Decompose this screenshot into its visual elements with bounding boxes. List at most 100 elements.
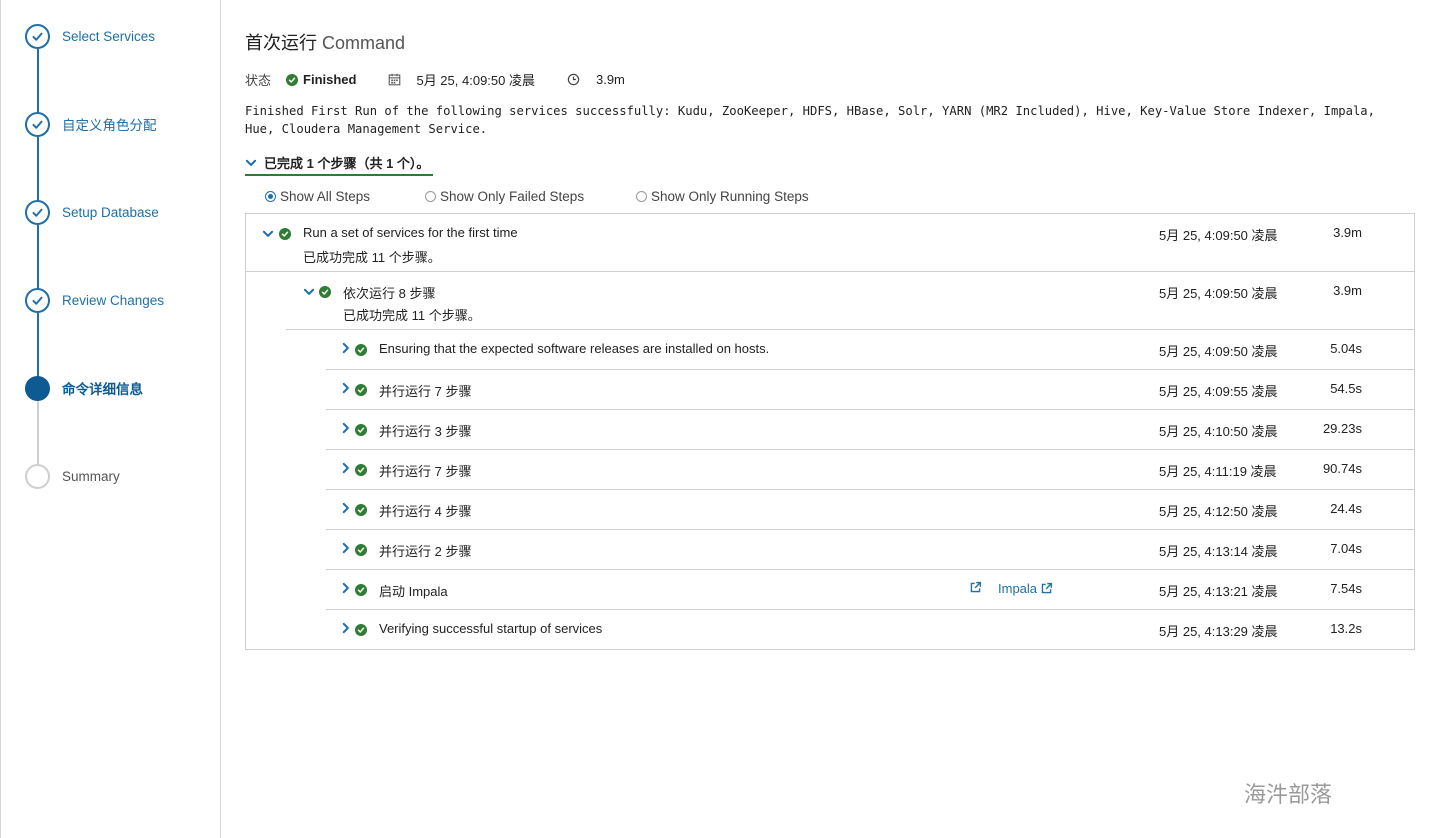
step-duration: 29.23s: [1322, 421, 1362, 436]
step-row-child[interactable]: 并行运行 2 步骤 5月 25, 4:13:14 凌晨 7.04s: [246, 530, 1414, 570]
step-row-group[interactable]: 依次运行 8 步骤 已成功完成 11 个步骤。 5月 25, 4:09:50 凌…: [246, 272, 1414, 330]
filter-all-steps[interactable]: Show All Steps: [265, 189, 425, 204]
external-link-icon[interactable]: [969, 581, 982, 594]
success-icon: [355, 384, 367, 396]
wizard-step-setup-database[interactable]: Setup Database: [25, 199, 159, 225]
chevron-right-icon[interactable]: [340, 422, 352, 434]
wizard-connector: [37, 400, 39, 466]
radio-checked-icon: [265, 191, 276, 202]
step-title: 并行运行 7 步骤: [379, 384, 472, 399]
chevron-down-icon[interactable]: [262, 228, 274, 240]
step-title: Verifying successful startup of services: [379, 621, 603, 636]
step-duration: 3.9m: [1333, 225, 1362, 240]
step-duration: 7.54s: [1330, 581, 1362, 596]
wizard-step-summary[interactable]: Summary: [25, 463, 120, 489]
step-row-child[interactable]: Ensuring that the expected software rele…: [246, 330, 1414, 370]
chevron-down-icon: [245, 159, 257, 166]
step-duration: 13.2s: [1330, 621, 1362, 636]
step-duration: 24.4s: [1330, 501, 1362, 516]
status-value: Finished: [303, 72, 357, 87]
wizard-step-label: 自定义角色分配: [62, 118, 157, 133]
impala-role-link[interactable]: Impala: [998, 581, 1053, 596]
step-row-child[interactable]: Verifying successful startup of services…: [246, 610, 1414, 650]
status-row: 状态 Finished 5月 25, 4:09:50 凌晨 3.9m: [245, 70, 625, 89]
wizard-connector: [37, 137, 39, 203]
wizard-step-role-assignment[interactable]: 自定义角色分配: [25, 111, 157, 137]
clock-icon: [567, 73, 580, 86]
step-time: 5月 25, 4:13:29 凌晨: [1159, 624, 1278, 639]
wizard-step-select-services[interactable]: Select Services: [25, 23, 155, 49]
chevron-right-icon[interactable]: [340, 382, 352, 394]
status-duration: 3.9m: [595, 72, 625, 87]
step-row-child[interactable]: 并行运行 4 步骤 5月 25, 4:12:50 凌晨 24.4s: [246, 490, 1414, 530]
wizard-step-label: 命令详细信息: [62, 382, 143, 397]
wizard-connector: [37, 313, 39, 379]
step-duration: 7.04s: [1330, 541, 1362, 556]
success-icon: [355, 344, 367, 356]
wizard-connector: [37, 49, 39, 115]
step-title: 并行运行 3 步骤: [379, 424, 472, 439]
wizard-step-label: Review Changes: [62, 292, 165, 308]
success-icon: [355, 424, 367, 436]
wizard-step-command-details[interactable]: 命令详细信息: [25, 375, 143, 401]
check-icon: [25, 199, 50, 225]
chevron-right-icon[interactable]: [340, 582, 352, 594]
chevron-right-icon[interactable]: [340, 342, 352, 354]
success-icon: [355, 544, 367, 556]
chevron-down-icon[interactable]: [303, 286, 315, 298]
step-title: 并行运行 7 步骤: [379, 464, 472, 479]
filter-label: Show Only Running Steps: [651, 189, 809, 204]
role-link-label: Impala: [998, 581, 1038, 596]
wizard-step-review-changes[interactable]: Review Changes: [25, 287, 164, 313]
step-time: 5月 25, 4:09:55 凌晨: [1159, 384, 1278, 399]
wizard-step-label: Select Services: [62, 28, 156, 44]
page-title-cn: 首次运行: [245, 33, 317, 53]
wizard-step-label: Summary: [62, 468, 120, 484]
steps-progress-label: 已完成 1 个步骤（共 1 个）。: [264, 156, 430, 171]
step-row-child[interactable]: 并行运行 7 步骤 5月 25, 4:11:19 凌晨 90.74s: [246, 450, 1414, 490]
status-time: 5月 25, 4:09:50 凌晨: [416, 73, 535, 88]
step-time: 5月 25, 4:13:21 凌晨: [1159, 584, 1278, 599]
check-icon: [25, 111, 50, 137]
radio-unchecked-icon: [425, 191, 436, 202]
success-icon: [355, 504, 367, 516]
external-link-icon: [1041, 582, 1053, 594]
step-title: Ensuring that the expected software rele…: [379, 341, 770, 356]
wizard-connector: [37, 225, 39, 291]
success-icon: [279, 228, 291, 240]
step-title: 启动 Impala: [379, 584, 448, 599]
step-time: 5月 25, 4:09:50 凌晨: [1159, 344, 1278, 359]
filter-label: Show Only Failed Steps: [440, 189, 585, 204]
step-duration: 54.5s: [1330, 381, 1362, 396]
wizard-sidebar: Select Services 自定义角色分配 Setup Database R…: [0, 0, 221, 838]
success-icon: [355, 624, 367, 636]
step-time: 5月 25, 4:11:19 凌晨: [1159, 464, 1277, 479]
step-subtitle: 已成功完成 11 个步骤。: [343, 308, 481, 323]
current-step-dot-icon: [25, 375, 50, 401]
success-icon: [286, 73, 299, 86]
filter-running-steps[interactable]: Show Only Running Steps: [636, 189, 809, 204]
chevron-right-icon[interactable]: [340, 502, 352, 514]
step-row-child[interactable]: 并行运行 3 步骤 5月 25, 4:10:50 凌晨 29.23s: [246, 410, 1414, 450]
chevron-right-icon[interactable]: [340, 542, 352, 554]
chevron-right-icon[interactable]: [340, 622, 352, 634]
step-duration: 5.04s: [1330, 341, 1362, 356]
filter-failed-steps[interactable]: Show Only Failed Steps: [425, 189, 636, 204]
step-title: Run a set of services for the first time: [303, 225, 518, 240]
success-icon: [355, 584, 367, 596]
calendar-icon: [389, 73, 401, 86]
step-duration: 3.9m: [1333, 283, 1362, 298]
step-time: 5月 25, 4:13:14 凌晨: [1159, 544, 1278, 559]
steps-toggle[interactable]: 已完成 1 个步骤（共 1 个）。: [245, 153, 434, 176]
radio-unchecked-icon: [636, 191, 647, 202]
check-icon: [25, 23, 50, 49]
pending-step-circle-icon: [25, 463, 50, 489]
check-icon: [25, 287, 50, 313]
step-row-child[interactable]: 启动 Impala Impala 5月 25, 4:13:21 凌晨 7.54s: [246, 570, 1414, 610]
status-label: 状态: [245, 73, 272, 88]
step-duration: 90.74s: [1322, 461, 1362, 476]
chevron-right-icon[interactable]: [340, 462, 352, 474]
step-time: 5月 25, 4:09:50 凌晨: [1159, 228, 1278, 243]
step-row-root[interactable]: Run a set of services for the first time…: [246, 214, 1414, 272]
step-row-child[interactable]: 并行运行 7 步骤 5月 25, 4:09:55 凌晨 54.5s: [246, 370, 1414, 410]
